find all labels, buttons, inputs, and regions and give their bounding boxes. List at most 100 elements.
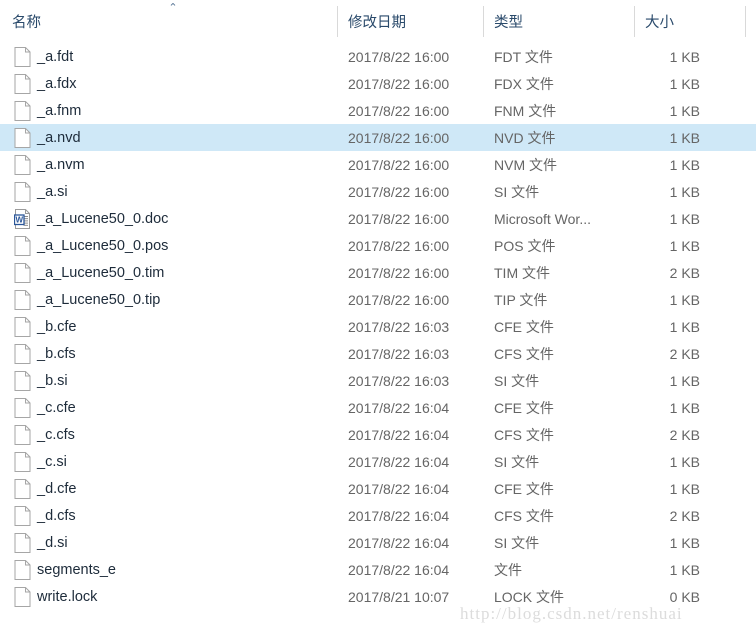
file-date-modified-cell: 2017/8/22 16:04 <box>348 480 450 497</box>
file-name-label: _b.cfs <box>37 345 76 362</box>
file-date-modified-cell: 2017/8/21 10:07 <box>348 588 450 605</box>
file-name-cell[interactable]: _a.si <box>14 181 68 202</box>
file-size-cell: 1 KB <box>669 129 700 146</box>
column-divider-size-end[interactable] <box>745 6 746 37</box>
file-name-cell[interactable]: segments_e <box>14 559 116 580</box>
file-name-cell[interactable]: _a.fdt <box>14 46 74 67</box>
file-size-cell: 1 KB <box>669 48 700 65</box>
file-row[interactable]: _b.cfs 2017/8/22 16:03 CFS 文件 2 KB <box>0 340 756 367</box>
file-date-modified-cell: 2017/8/22 16:03 <box>348 345 450 362</box>
column-header-name-label: 名称 <box>12 15 41 31</box>
generic-file-icon <box>14 235 31 256</box>
file-name-label: _a_Lucene50_0.doc <box>37 210 169 227</box>
file-row[interactable]: _a.fnm 2017/8/22 16:00 FNM 文件 1 KB <box>0 97 756 124</box>
column-header-bar: 名称 ⌃ 修改日期 类型 大小 <box>0 0 756 43</box>
file-row[interactable]: segments_e 2017/8/22 16:04 文件 1 KB <box>0 556 756 583</box>
file-name-label: _a.nvd <box>37 129 81 146</box>
file-row[interactable]: _a_Lucene50_0.tip 2017/8/22 16:00 TIP 文件 1 … <box>0 286 756 313</box>
file-type-cell: FNM 文件 <box>494 102 557 119</box>
file-row[interactable]: _a.fdx 2017/8/22 16:00 FDX 文件 1 KB <box>0 70 756 97</box>
generic-file-icon <box>14 451 31 472</box>
file-size-cell: 0 KB <box>669 588 700 605</box>
file-row[interactable]: W _a_Lucene50_0.doc 2017/8/22 16:00 Microso… <box>0 205 756 232</box>
generic-file-icon <box>14 397 31 418</box>
file-date-modified-cell: 2017/8/22 16:03 <box>348 318 450 335</box>
file-type-cell: 文件 <box>494 561 522 578</box>
file-name-cell[interactable]: _a_Lucene50_0.pos <box>14 235 168 256</box>
column-header-size[interactable]: 大小 <box>645 0 745 43</box>
file-type-cell: SI 文件 <box>494 453 540 470</box>
file-name-cell[interactable]: _b.cfs <box>14 343 76 364</box>
file-name-cell[interactable]: _c.cfs <box>14 424 75 445</box>
file-date-modified-cell: 2017/8/22 16:00 <box>348 237 450 254</box>
file-name-label: _d.cfe <box>37 480 77 497</box>
file-name-cell[interactable]: _c.si <box>14 451 67 472</box>
file-row[interactable]: _d.cfe 2017/8/22 16:04 CFE 文件 1 KB <box>0 475 756 502</box>
file-name-cell[interactable]: _a.nvm <box>14 154 85 175</box>
generic-file-icon <box>14 343 31 364</box>
file-row[interactable]: _a_Lucene50_0.tim 2017/8/22 16:00 TIM 文件 2 … <box>0 259 756 286</box>
sort-ascending-icon: ⌃ <box>168 2 178 14</box>
file-type-cell: FDX 文件 <box>494 75 554 92</box>
file-name-cell[interactable]: _d.si <box>14 532 68 553</box>
file-name-cell[interactable]: _a_Lucene50_0.tim <box>14 262 164 283</box>
file-row[interactable]: _a_Lucene50_0.pos 2017/8/22 16:00 POS 文件 1 … <box>0 232 756 259</box>
file-name-cell[interactable]: W _a_Lucene50_0.doc <box>14 208 169 229</box>
file-name-cell[interactable]: _a.nvd <box>14 127 81 148</box>
file-type-cell: NVM 文件 <box>494 156 557 173</box>
file-size-cell: 2 KB <box>669 264 700 281</box>
file-date-modified-cell: 2017/8/22 16:00 <box>348 129 450 146</box>
file-row[interactable]: _c.si 2017/8/22 16:04 SI 文件 1 KB <box>0 448 756 475</box>
file-name-cell[interactable]: _d.cfe <box>14 478 77 499</box>
file-row[interactable]: _a.nvd 2017/8/22 16:00 NVD 文件 1 KB <box>0 124 756 151</box>
file-size-cell: 1 KB <box>669 318 700 335</box>
generic-file-icon <box>14 154 31 175</box>
file-date-modified-cell: 2017/8/22 16:04 <box>348 561 450 578</box>
file-name-cell[interactable]: _c.cfe <box>14 397 76 418</box>
generic-file-icon <box>14 316 31 337</box>
file-name-cell[interactable]: _d.cfs <box>14 505 76 526</box>
file-row[interactable]: _c.cfs 2017/8/22 16:04 CFS 文件 2 KB <box>0 421 756 448</box>
file-size-cell: 1 KB <box>669 183 700 200</box>
file-date-modified-cell: 2017/8/22 16:04 <box>348 426 450 443</box>
file-row[interactable]: _b.si 2017/8/22 16:03 SI 文件 1 KB <box>0 367 756 394</box>
file-row[interactable]: _a.nvm 2017/8/22 16:00 NVM 文件 1 KB <box>0 151 756 178</box>
file-name-cell[interactable]: _a_Lucene50_0.tip <box>14 289 161 310</box>
file-type-cell: FDT 文件 <box>494 48 553 65</box>
file-name-cell[interactable]: write.lock <box>14 586 97 607</box>
column-header-date-modified[interactable]: 修改日期 <box>348 0 486 43</box>
file-name-cell[interactable]: _b.cfe <box>14 316 77 337</box>
file-date-modified-cell: 2017/8/22 16:00 <box>348 48 450 65</box>
column-divider-date-type[interactable] <box>483 6 484 37</box>
file-row[interactable]: _c.cfe 2017/8/22 16:04 CFE 文件 1 KB <box>0 394 756 421</box>
file-name-cell[interactable]: _a.fdx <box>14 73 77 94</box>
file-name-cell[interactable]: _b.si <box>14 370 68 391</box>
file-name-cell[interactable]: _a.fnm <box>14 100 81 121</box>
generic-file-icon <box>14 586 31 607</box>
file-type-cell: SI 文件 <box>494 372 540 389</box>
file-name-label: _a.fdt <box>37 48 74 65</box>
file-date-modified-cell: 2017/8/22 16:00 <box>348 156 450 173</box>
file-name-label: _b.cfe <box>37 318 77 335</box>
column-divider-type-size[interactable] <box>634 6 635 37</box>
generic-file-icon <box>14 46 31 67</box>
file-row[interactable]: _a.si 2017/8/22 16:00 SI 文件 1 KB <box>0 178 756 205</box>
column-header-type[interactable]: 类型 <box>494 0 634 43</box>
file-row[interactable]: _d.cfs 2017/8/22 16:04 CFS 文件 2 KB <box>0 502 756 529</box>
file-type-cell: SI 文件 <box>494 534 540 551</box>
file-type-cell: CFS 文件 <box>494 426 554 443</box>
file-name-label: _a_Lucene50_0.tip <box>37 291 161 308</box>
file-row[interactable]: _b.cfe 2017/8/22 16:03 CFE 文件 1 KB <box>0 313 756 340</box>
file-row[interactable]: _d.si 2017/8/22 16:04 SI 文件 1 KB <box>0 529 756 556</box>
file-name-label: _b.si <box>37 372 68 389</box>
file-type-cell: CFS 文件 <box>494 345 554 362</box>
file-row[interactable]: _a.fdt 2017/8/22 16:00 FDT 文件 1 KB <box>0 43 756 70</box>
file-date-modified-cell: 2017/8/22 16:04 <box>348 507 450 524</box>
column-divider-name-date[interactable] <box>337 6 338 37</box>
file-name-label: _d.cfs <box>37 507 76 524</box>
file-name-label: _c.si <box>37 453 67 470</box>
file-name-label: _a.nvm <box>37 156 85 173</box>
file-size-cell: 1 KB <box>669 75 700 92</box>
file-name-label: _c.cfe <box>37 399 76 416</box>
file-date-modified-cell: 2017/8/22 16:00 <box>348 102 450 119</box>
